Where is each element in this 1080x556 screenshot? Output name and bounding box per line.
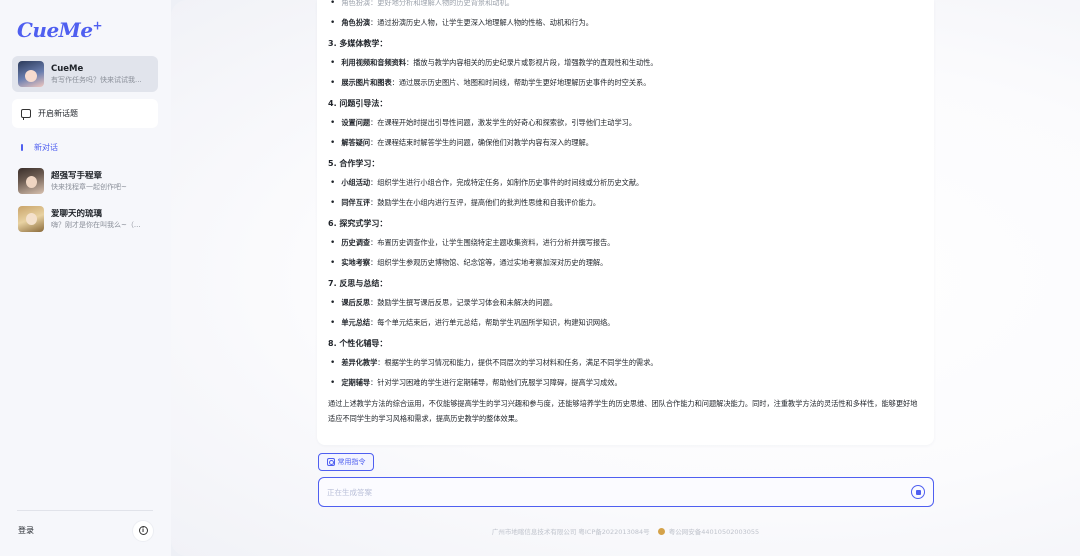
bullet-text: ：根据学生的学习情况和能力，提供不同层次的学习材料和任务，满足不同学生的需求。 bbox=[377, 358, 658, 367]
info-button[interactable]: i bbox=[132, 519, 154, 542]
avatar bbox=[18, 206, 44, 232]
info-icon: i bbox=[138, 526, 148, 535]
message-heading: 4. 问题引导法： bbox=[328, 98, 388, 108]
common-commands-button[interactable]: 常用指令 bbox=[318, 453, 374, 471]
bullet-text: ：针对学习困难的学生进行定期辅导，帮助他们克服学习障碍，提高学习成效。 bbox=[370, 378, 622, 387]
message-heading: 7. 反思与总结： bbox=[328, 278, 388, 288]
message-summary: 通过上述教学方法的综合运用，不仅能够提高学生的学习兴趣和参与度，还能够培养学生的… bbox=[328, 399, 918, 423]
sidebar-item-writer[interactable]: 超强写手程章 快来找程章一起创作吧~ bbox=[18, 168, 158, 194]
message-heading: 3. 多媒体教学： bbox=[328, 38, 388, 48]
bullet-text: ：布置历史调查作业，让学生围绕特定主题收集资料，进行分析并撰写报告。 bbox=[370, 238, 615, 247]
bullet-term: 角色扮演 bbox=[341, 18, 371, 27]
new-topic-button[interactable]: 开启新话题 bbox=[12, 99, 158, 128]
chat-bubble-icon bbox=[21, 109, 31, 120]
bullet-term: 同伴互评 bbox=[341, 198, 371, 207]
cueme-logo[interactable]: CueMe+ bbox=[17, 18, 171, 44]
bullet-text: ：通过展示历史图片、地图和时间线，帮助学生更好地理解历史事件的时空关系。 bbox=[391, 78, 651, 87]
icp-link[interactable]: 广州市地喀信息技术有限公司 粤ICP备2022013084号 bbox=[492, 528, 650, 536]
bullet-term: 设置问题 bbox=[341, 118, 371, 127]
bullet-text: ：播放与教学内容相关的历史纪录片或影视片段，增强教学的直观性和生动性。 bbox=[406, 58, 658, 67]
message-bullet: 展示图片和图表：通过展示历史图片、地图和时间线，帮助学生更好地理解历史事件的时空… bbox=[328, 73, 923, 93]
message-bullet: 角色扮演：通过扮演历史人物，让学生更深入地理解人物的性格、动机和行为。 bbox=[328, 13, 923, 33]
common-commands-label: 常用指令 bbox=[337, 458, 366, 466]
partial-text: 角色扮演：更好地分析和理解人物的历史背景和动机。 bbox=[341, 0, 514, 7]
message-bullet: 解答疑问：在课程结束时解答学生的问题，确保他们对教学内容有深入的理解。 bbox=[328, 133, 923, 153]
bullet-text: ：在课程开始时提出引导性问题，激发学生的好奇心和探索欲，引导他们主动学习。 bbox=[370, 118, 637, 127]
stop-icon bbox=[915, 489, 921, 495]
conversation-name: 爱聊天的琉璃 bbox=[51, 208, 103, 219]
sidebar: CueMe+ CueMe 有写作任务吗？快来试试我... 开启新话题 新对话 超… bbox=[0, 0, 171, 556]
bullet-term: 定期辅导 bbox=[341, 378, 371, 387]
bullet-text: ：组织学生进行小组合作，完成特定任务，如制作历史事件的时间线或分析历史文献。 bbox=[370, 178, 644, 187]
bullet-term: 小组活动 bbox=[341, 178, 371, 187]
main-panel: 角色扮演：更好地分析和理解人物的历史背景和动机。 角色扮演：通过扮演历史人物，让… bbox=[171, 0, 1080, 556]
command-icon bbox=[326, 458, 335, 466]
bullet-term: 单元总结 bbox=[341, 318, 371, 327]
bullet-term: 展示图片和图表 bbox=[341, 78, 392, 87]
site-footer: 广州市地喀信息技术有限公司 粤ICP备2022013084号 粤公网安备4401… bbox=[171, 526, 1080, 536]
new-topic-label: 开启新话题 bbox=[38, 109, 78, 118]
bot-name: CueMe bbox=[51, 63, 84, 74]
bullet-term: 解答疑问 bbox=[341, 138, 371, 147]
bullet-text: ：在课程结束时解答学生的问题，确保他们对教学内容有深入的理解。 bbox=[370, 138, 593, 147]
new-chat-label: 新对话 bbox=[34, 142, 58, 152]
message-bullet: 课后反思：鼓励学生撰写课后反思，记录学习体会和未解决的问题。 bbox=[328, 293, 923, 313]
message-bullet: 差异化教学：根据学生的学习情况和能力，提供不同层次的学习材料和任务，满足不同学生… bbox=[328, 353, 923, 373]
bullet-term: 差异化教学 bbox=[341, 358, 378, 367]
login-link[interactable]: 登录 bbox=[18, 525, 34, 536]
chat-input-box[interactable] bbox=[318, 477, 934, 507]
sidebar-item-chat-liuli[interactable]: 爱聊天的琉璃 嗨？刚才是你在叫我么~（... bbox=[18, 206, 158, 232]
message-bullet: 利用视频和音频资料：播放与教学内容相关的历史纪录片或影视片段，增强教学的直观性和… bbox=[328, 53, 923, 73]
message-bullet: 设置问题：在课程开始时提出引导性问题，激发学生的好奇心和探索欲，引导他们主动学习… bbox=[328, 113, 923, 133]
chat-input[interactable] bbox=[327, 487, 911, 497]
bullet-text: ：组织学生参观历史博物馆、纪念馆等，通过实地考察加深对历史的理解。 bbox=[370, 258, 608, 267]
avatar bbox=[18, 61, 44, 87]
message-bullet: 小组活动：组织学生进行小组合作，完成特定任务，如制作历史事件的时间线或分析历史文… bbox=[328, 173, 923, 193]
message-bullet: 同伴互评：鼓励学生在小组内进行互评，提高他们的批判性思维和自我评价能力。 bbox=[328, 193, 923, 213]
bullet-term: 利用视频和音频资料 bbox=[341, 58, 407, 67]
message-heading: 5. 合作学习： bbox=[328, 158, 380, 168]
message-bullet: 单元总结：每个单元结束后，进行单元总结，帮助学生巩固所学知识，构建知识网络。 bbox=[328, 313, 923, 333]
message-heading: 8. 个性化辅导： bbox=[328, 338, 388, 348]
sidebar-item-new-chat[interactable]: 新对话 bbox=[21, 141, 171, 153]
logo-plus: + bbox=[92, 18, 103, 33]
bullet-text: ：鼓励学生撰写课后反思，记录学习体会和未解决的问题。 bbox=[370, 298, 557, 307]
bullet-text: ：每个单元结束后，进行单元总结，帮助学生巩固所学知识，构建知识网络。 bbox=[370, 318, 615, 327]
conversation-subtitle: 快来找程章一起创作吧~ bbox=[51, 182, 127, 191]
bullet-text: ：鼓励学生在小组内进行互评，提高他们的批判性思维和自我评价能力。 bbox=[370, 198, 601, 207]
message-bullet: 历史调查：布置历史调查作业，让学生围绕特定主题收集资料，进行分析并撰写报告。 bbox=[328, 233, 923, 253]
bullet-text: ：通过扮演历史人物，让学生更深入地理解人物的性格、动机和行为。 bbox=[370, 18, 593, 27]
bullet-term: 历史调查 bbox=[341, 238, 371, 247]
bullet-term: 课后反思 bbox=[341, 298, 371, 307]
active-indicator bbox=[21, 143, 23, 151]
conversation-name: 超强写手程章 bbox=[51, 170, 103, 181]
bot-subtitle: 有写作任务吗？快来试试我... bbox=[51, 75, 142, 84]
conversation-subtitle: 嗨？刚才是你在叫我么~（... bbox=[51, 220, 141, 229]
logo-text: CueMe bbox=[17, 18, 93, 42]
avatar bbox=[18, 168, 44, 194]
assistant-message: 角色扮演：更好地分析和理解人物的历史背景和动机。 角色扮演：通过扮演历史人物，让… bbox=[317, 0, 934, 445]
message-heading: 6. 探究式学习： bbox=[328, 218, 388, 228]
bullet-term: 实地考察 bbox=[341, 258, 371, 267]
bot-card-cueme[interactable]: CueMe 有写作任务吗？快来试试我... bbox=[12, 56, 158, 92]
message-bullet: 定期辅导：针对学习困难的学生进行定期辅导，帮助他们克服学习障碍，提高学习成效。 bbox=[328, 373, 923, 393]
stop-generating-button[interactable] bbox=[911, 485, 925, 499]
police-record-link[interactable]: 粤公网安备44010502003055 bbox=[669, 528, 759, 536]
message-bullet: 实地考察：组织学生参观历史博物馆、纪念馆等，通过实地考察加深对历史的理解。 bbox=[328, 253, 923, 273]
police-badge-icon bbox=[657, 528, 665, 535]
message-line-partial: 角色扮演：更好地分析和理解人物的历史背景和动机。 bbox=[328, 0, 923, 13]
